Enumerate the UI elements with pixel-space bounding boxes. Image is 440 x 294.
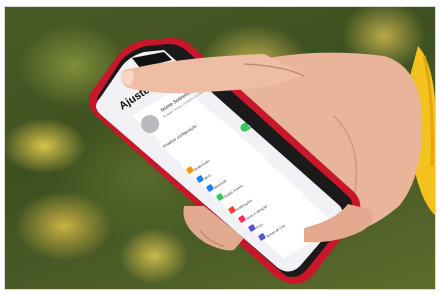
avatar[interactable] bbox=[141, 115, 159, 133]
photo-background: Ajustes Nome Sobrenome ID Apple, iCloud,… bbox=[4, 6, 436, 290]
photo-scene: Ajustes Nome Sobrenome ID Apple, iCloud,… bbox=[88, 38, 436, 284]
